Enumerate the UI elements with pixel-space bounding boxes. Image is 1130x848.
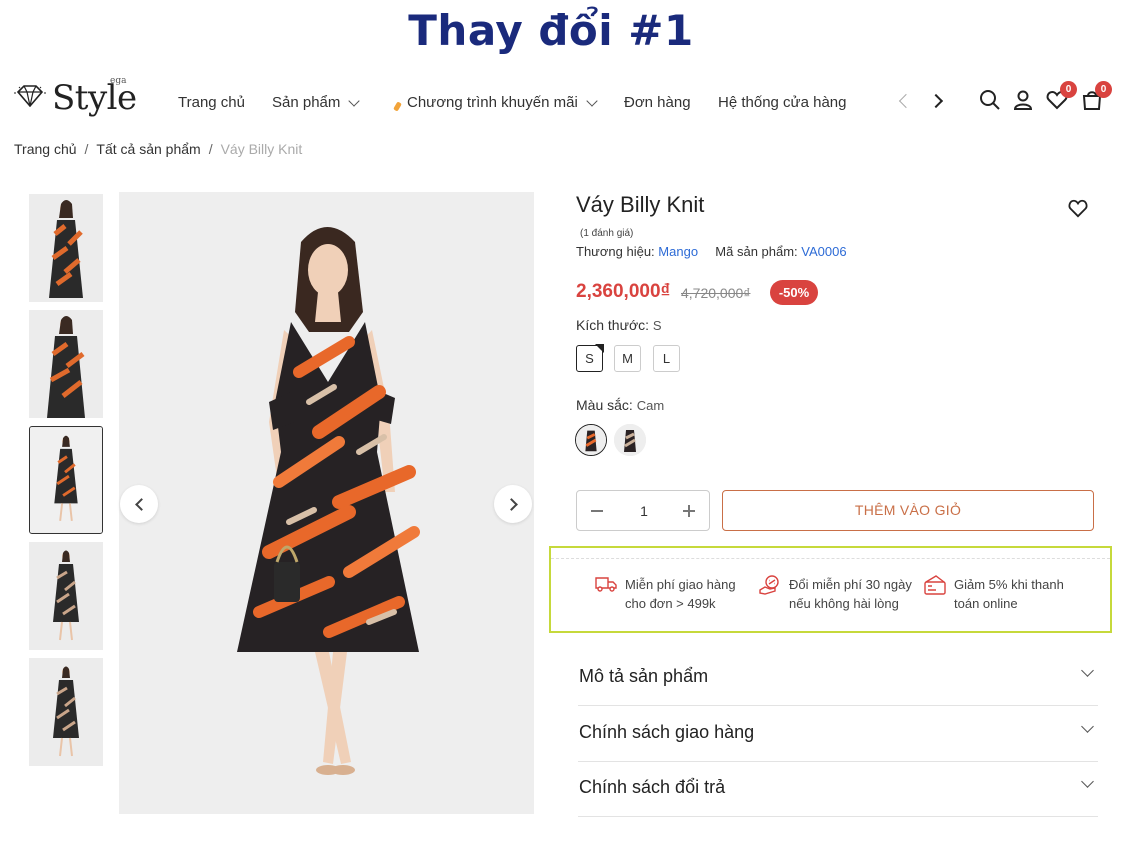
size-label: Kích thước: (576, 317, 650, 333)
perk-line: nếu không hài lòng (789, 596, 899, 611)
product-thumbnail[interactable] (29, 194, 103, 302)
nav-item-label: Trang chủ (178, 94, 245, 111)
exchange-icon (759, 575, 779, 595)
size-label-line: Kích thước: S (576, 317, 662, 333)
dress-photo-thumbnail (29, 658, 103, 766)
brand-sku-line: Thương hiệu: Mango Mã sản phẩm: VA0006 (576, 244, 847, 259)
card-icon (924, 575, 946, 595)
perk-free-shipping: Miễn phí giao hàng cho đơn > 499k (595, 575, 736, 613)
search-button[interactable] (978, 88, 1002, 112)
product-main-image[interactable] (119, 192, 534, 814)
perk-line: Đổi miễn phí 30 ngày (789, 577, 912, 592)
nav-item-stores[interactable]: Hệ thống cửa hàng (718, 94, 846, 111)
image-prev-button[interactable] (120, 485, 158, 523)
original-price: 4,720,000₫ (681, 285, 751, 301)
color-label-line: Màu sắc: Cam (576, 397, 664, 413)
breadcrumb-separator: / (208, 141, 213, 157)
perk-line: Miễn phí giao hàng (625, 577, 736, 592)
wishlist-count-badge: 0 (1060, 81, 1077, 98)
accordion-return-policy[interactable]: Chính sách đổi trả (578, 761, 1098, 817)
plus-icon (688, 505, 690, 517)
wishlist-button[interactable]: 0 (1045, 81, 1077, 112)
nav-scroll-left-icon[interactable] (898, 93, 914, 109)
color-swatch-cam[interactable] (575, 424, 607, 456)
accordion-title: Chính sách giao hàng (579, 722, 755, 742)
accordion-title: Mô tả sản phẩm (579, 666, 709, 686)
page-banner-title: Thay đổi #1 (408, 6, 694, 55)
chevron-down-icon (1081, 664, 1094, 677)
accordion-product-description[interactable]: Mô tả sản phẩm (578, 650, 1098, 706)
chevron-down-icon (348, 94, 361, 107)
breadcrumb-current: Váy Billy Knit (220, 141, 303, 157)
discount-badge: -50% (770, 280, 818, 305)
nav-item-orders[interactable]: Đơn hàng (624, 94, 691, 111)
breadcrumb-separator: / (84, 141, 89, 157)
dress-photo-thumbnail (30, 427, 102, 533)
size-option-l[interactable]: L (653, 345, 680, 372)
store-logo[interactable]: Style ega (14, 76, 144, 124)
breadcrumb-all-products[interactable]: Tất cả sản phẩm (96, 141, 200, 157)
accordion-title: Chính sách đổi trả (579, 777, 726, 797)
account-button[interactable] (1011, 88, 1035, 112)
dress-photo-thumbnail (29, 542, 103, 650)
accordion-shipping-policy[interactable]: Chính sách giao hàng (578, 706, 1098, 762)
chevron-down-icon (586, 94, 598, 107)
nav-item-label: Hệ thống cửa hàng (718, 94, 847, 111)
nav-item-label: Chương trình khuyến mãi (407, 94, 578, 111)
sale-price: 2,360,000₫ (576, 281, 671, 302)
color-swatch-image (614, 424, 646, 456)
dress-photo-thumbnail (29, 310, 103, 418)
size-option-s[interactable]: S (576, 344, 604, 372)
product-title: Váy Billy Knit (576, 192, 705, 217)
product-thumbnail-selected[interactable] (29, 426, 103, 534)
dress-photo-thumbnail (29, 194, 103, 302)
breadcrumb-home[interactable]: Trang chủ (14, 141, 77, 157)
brand-link[interactable]: Mango (658, 244, 698, 259)
nav-item-home[interactable]: Trang chủ (178, 94, 245, 111)
product-thumbnail[interactable] (29, 658, 103, 766)
product-thumbnail[interactable] (29, 542, 103, 650)
sku-label: Mã sản phẩm: (715, 244, 798, 259)
shipping-perks-box: Miễn phí giao hàng cho đơn > 499k Đổi mi… (549, 546, 1112, 633)
quantity-stepper: 1 (576, 490, 710, 531)
dress-photo (119, 192, 534, 814)
perk-free-exchange: Đổi miễn phí 30 ngày nếu không hài lòng (759, 575, 912, 613)
color-swatch-image (576, 425, 606, 455)
brand-label: Thương hiệu: (576, 244, 655, 259)
rating-count[interactable]: (1 đánh giá) (580, 228, 633, 239)
cart-count-badge: 0 (1095, 81, 1112, 98)
perk-line: toán online (954, 596, 1018, 611)
color-selected-value: Cam (636, 398, 665, 413)
color-swatch-alt[interactable] (614, 424, 646, 456)
diamond-logo-icon (14, 85, 46, 107)
color-label: Màu sắc: (576, 397, 633, 413)
perk-line: cho đơn > 499k (625, 596, 716, 611)
truck-icon (595, 577, 617, 592)
chevron-down-icon (1081, 775, 1094, 788)
nav-item-label: Đơn hàng (624, 94, 691, 111)
breadcrumb: Trang chủ / Tất cả sản phẩm / Váy Billy … (14, 141, 302, 157)
nav-item-products[interactable]: Sản phẩm (272, 94, 361, 111)
nav-scroll-right-icon[interactable] (928, 93, 944, 109)
user-icon (1013, 90, 1033, 110)
search-icon (980, 90, 1000, 110)
cart-button[interactable]: 0 (1080, 81, 1112, 112)
size-option-m[interactable]: M (614, 345, 641, 372)
product-thumbnail[interactable] (29, 310, 103, 418)
flame-icon (393, 101, 402, 112)
chevron-down-icon (1081, 720, 1094, 733)
nav-item-promotions[interactable]: Chương trình khuyến mãi (393, 94, 598, 112)
add-to-cart-button[interactable]: THÊM VÀO GIỎ (722, 490, 1094, 531)
image-next-button[interactable] (494, 485, 532, 523)
perk-online-discount: Giảm 5% khi thanh toán online (924, 575, 1064, 613)
nav-item-label: Sản phẩm (272, 94, 341, 111)
perk-line: Giảm 5% khi thanh (954, 577, 1064, 592)
size-selected-value: S (652, 318, 662, 333)
logo-small-text: ega (110, 76, 127, 86)
add-to-wishlist-heart-icon[interactable] (1067, 198, 1089, 218)
sku-value: VA0006 (801, 244, 847, 259)
